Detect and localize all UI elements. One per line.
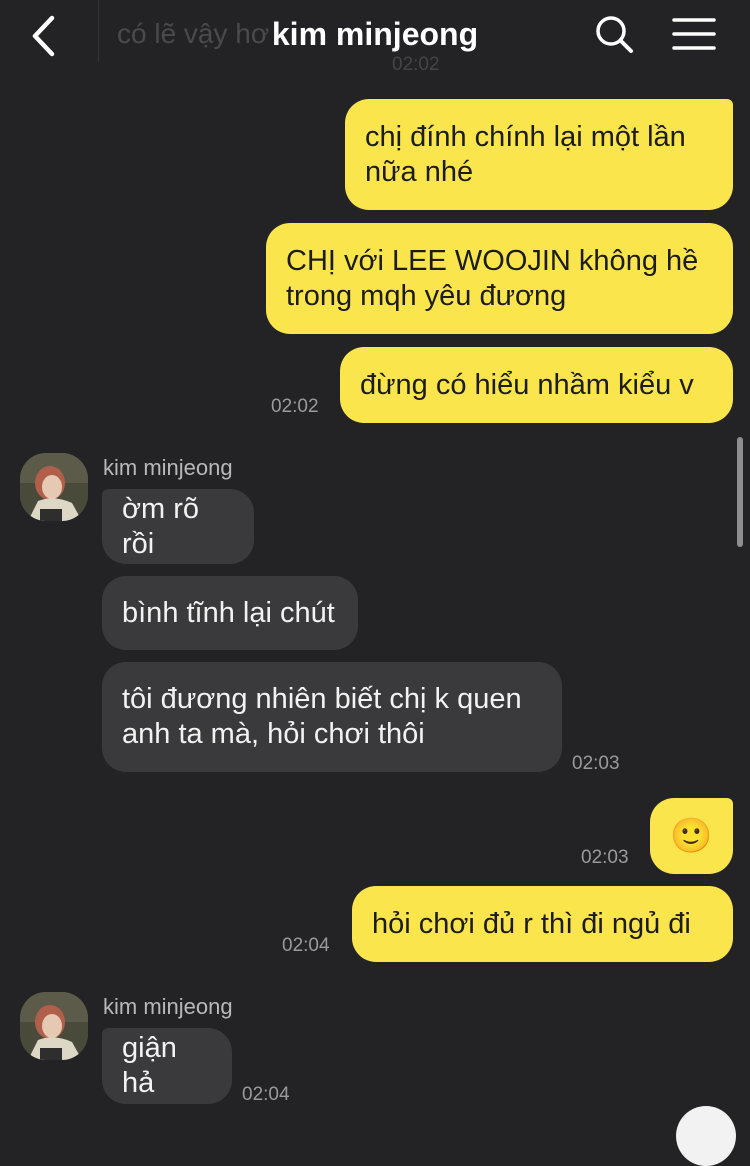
outgoing-message[interactable]: chị đính chính lại một lần nữa nhé [345, 99, 733, 210]
incoming-message[interactable]: ờm rõ rồi [102, 489, 254, 564]
outgoing-message[interactable]: hỏi chơi đủ r thì đi ngủ đi [352, 886, 733, 962]
scrolled-message-text: có lẽ vậy hơ [117, 18, 270, 49]
avatar[interactable] [20, 992, 88, 1060]
message-line: trong mqh yêu đương [286, 279, 567, 312]
incoming-message[interactable]: giận hả [102, 1028, 232, 1104]
outgoing-message[interactable]: CHỊ với LEE WOOJIN không hề trong mqh yê… [266, 223, 733, 334]
message-timestamp: 02:04 [242, 1084, 290, 1105]
message-line: anh ta mà, hỏi chơi thôi [122, 718, 425, 750]
message-line: đừng có hiểu nhầm kiểu v [360, 368, 694, 401]
message-line: hỏi chơi đủ r thì đi ngủ đi [372, 907, 691, 940]
scrolled-message-time: 02:02 [392, 54, 440, 75]
message-line: chị đính chính lại một lần [365, 120, 686, 153]
sender-name: kim minjeong [103, 994, 233, 1019]
chat-header: có lẽ vậy hơ 02:02 kim minjeong [0, 0, 750, 75]
message-line: giận hả [122, 1032, 177, 1099]
incoming-message[interactable]: tôi đương nhiên biết chị k quen anh ta m… [102, 662, 562, 772]
message-timestamp: 02:03 [572, 753, 620, 774]
message-line: tôi đương nhiên biết chị k quen [122, 683, 522, 715]
message-timestamp: 02:04 [282, 935, 330, 956]
message-line: CHỊ với LEE WOOJIN không hề [286, 244, 699, 277]
avatar[interactable] [20, 453, 88, 521]
scrollbar[interactable] [737, 437, 743, 547]
message-line: bình tĩnh lại chút [122, 596, 335, 629]
outgoing-message[interactable]: đừng có hiểu nhầm kiểu v [340, 347, 733, 423]
message-timestamp: 02:02 [271, 396, 319, 417]
smile-emoji-icon: 🙂 [670, 817, 713, 855]
incoming-message[interactable]: bình tĩnh lại chút [102, 576, 358, 650]
message-line: nữa nhé [365, 155, 474, 188]
outgoing-emoji-message[interactable]: 🙂 [650, 798, 733, 874]
back-arrow-icon[interactable] [28, 14, 62, 58]
search-icon[interactable] [594, 14, 634, 54]
message-line: ờm rõ rồi [122, 492, 200, 560]
sender-name: kim minjeong [103, 455, 233, 480]
message-timestamp: 02:03 [581, 847, 629, 868]
menu-icon[interactable] [672, 16, 716, 52]
scroll-to-bottom-button[interactable] [676, 1106, 736, 1166]
